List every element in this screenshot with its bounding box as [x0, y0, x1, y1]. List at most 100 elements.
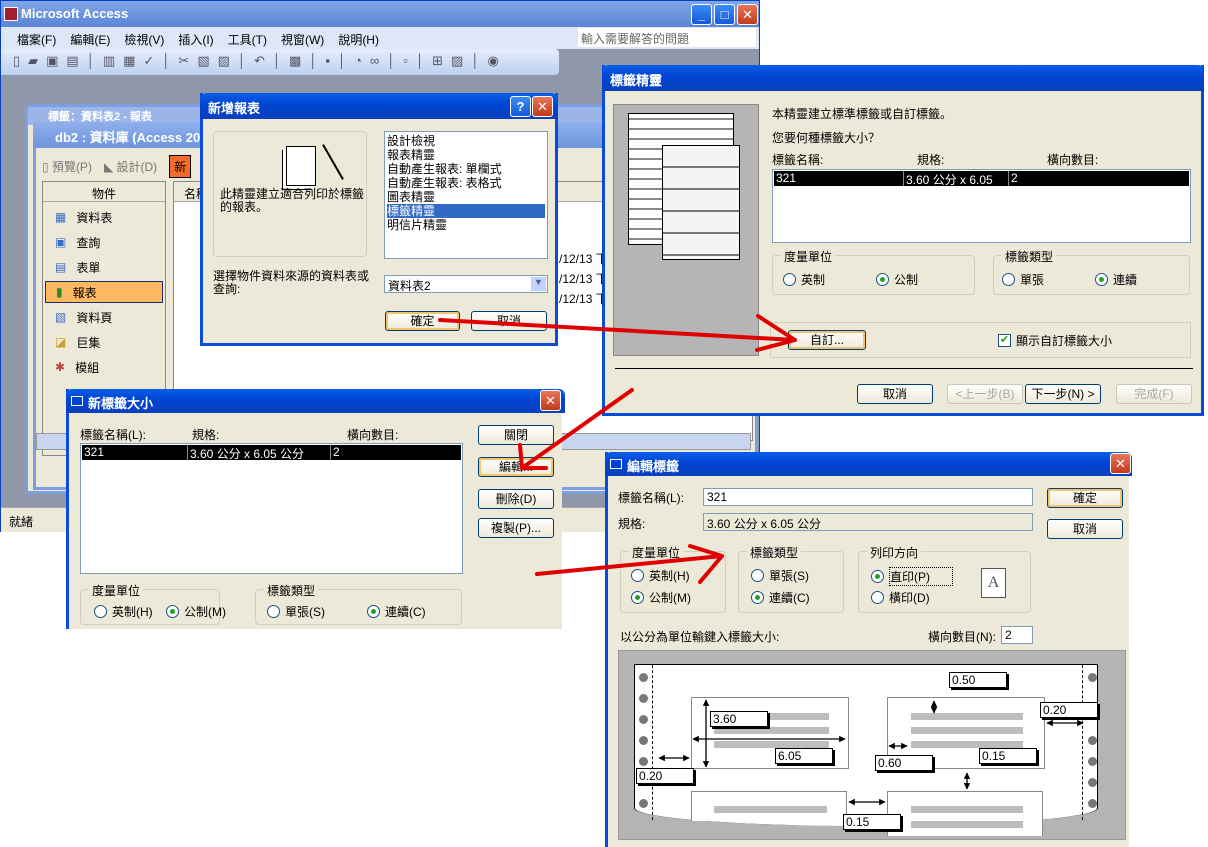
label-layout-diagram: 0.50 3.60 6.05 0.20 0.20 0.60 0.15 0.15: [618, 650, 1126, 840]
table-row[interactable]: 321 3.60 公分 x 6.05 公分 2: [82, 445, 461, 461]
unit-group: 度量單位 英制 公制: [772, 248, 975, 295]
radio-imperial[interactable]: 英制(H): [94, 603, 153, 620]
object-macros[interactable]: ◪ 巨集: [45, 331, 163, 353]
date-cell: /12/13 下: [559, 252, 608, 266]
delete-button[interactable]: 刪除(D): [478, 489, 554, 509]
minimize-button[interactable]: _: [691, 4, 712, 25]
menu-file[interactable]: 檔案(F): [17, 31, 56, 47]
spec-label: 規格:: [618, 517, 646, 531]
preview-button[interactable]: ▯ 預覽(P): [42, 158, 92, 175]
type-group-label: 標籤類型: [747, 544, 802, 561]
edit-button[interactable]: 編輯...: [478, 457, 554, 477]
col-header-across: 橫向數目:: [1047, 153, 1099, 167]
show-custom-checkbox[interactable]: ✔ 顯示自訂標籤大小: [998, 332, 1112, 349]
object-modules[interactable]: ✱ 模組: [45, 356, 163, 378]
label-size-list[interactable]: 321 3.60 公分 x 6.05 公分 2: [80, 443, 463, 574]
source-combo[interactable]: 資料表2 ▼: [384, 275, 548, 293]
col-header-spec: 規格:: [192, 428, 220, 442]
menu-tools[interactable]: 工具(T): [228, 31, 267, 47]
list-item[interactable]: 明信片精靈: [387, 218, 545, 232]
new-label-size-dialog: 新標籤大小 ✕ 標籤名稱(L): 規格: 橫向數目: 321 3.60 公分 x…: [66, 389, 565, 629]
custom-button[interactable]: 自訂...: [788, 330, 866, 350]
label-name-input[interactable]: 321: [703, 488, 1033, 506]
radio-continuous[interactable]: 連續(C): [751, 589, 810, 606]
label-height-value[interactable]: 3.60: [710, 711, 768, 727]
radio-continuous[interactable]: 連續: [1095, 271, 1137, 288]
toolbar-icons[interactable]: ▯▰▣▤│▥▦✓│✂▧▨│↶│▩│▪│◔∞│▫│⊞▨│◉: [13, 53, 507, 68]
radio-imperial[interactable]: 英制: [783, 271, 825, 288]
object-forms[interactable]: ▤ 表單: [45, 256, 163, 278]
col-header-name: 標籤名稱:: [772, 153, 824, 167]
page-orientation-icon: A: [981, 568, 1006, 598]
list-item[interactable]: 圖表精靈: [387, 190, 545, 204]
continuous-labels-icon: [662, 145, 740, 260]
object-queries[interactable]: ▣ 查詢: [45, 231, 163, 253]
number-left-value[interactable]: 0.60: [875, 755, 933, 771]
status-text: 就緒: [9, 515, 34, 529]
radio-portrait[interactable]: 直印(P): [871, 567, 953, 586]
cancel-button[interactable]: 取消: [1047, 519, 1123, 539]
close-button[interactable]: ✕: [1110, 453, 1131, 474]
cancel-button[interactable]: 取消: [471, 311, 547, 331]
column-gap-value[interactable]: 0.15: [843, 814, 901, 830]
list-item[interactable]: 設計檢視: [387, 134, 545, 148]
report-type-list[interactable]: 設計檢視 報表精靈 自動產生報表: 單欄式 自動產生報表: 表格式 圖表精靈 標…: [384, 131, 548, 259]
orientation-group: 列印方向 直印(P) 橫印(D) A: [858, 544, 1031, 613]
label-type-group: 標籤類型 單張 連續: [993, 248, 1190, 295]
across-input[interactable]: 2: [1001, 626, 1033, 644]
left-margin-value[interactable]: 0.20: [636, 768, 694, 784]
close-dialog-button[interactable]: 關閉: [478, 425, 554, 445]
name-label: 標籤名稱(L):: [618, 491, 685, 505]
new-label-size-title-bar: 新標籤大小 ✕: [66, 389, 565, 413]
menu-help[interactable]: 說明(H): [338, 31, 379, 47]
number-right-value[interactable]: 0.15: [979, 748, 1037, 764]
object-tables[interactable]: ▦ 資料表: [45, 206, 163, 228]
list-item-selected[interactable]: 標籤精靈: [387, 204, 545, 218]
toolbar: ▯▰▣▤│▥▦✓│✂▧▨│↶│▩│▪│◔∞│▫│⊞▨│◉: [1, 49, 559, 75]
list-item[interactable]: 報表精靈: [387, 148, 545, 162]
close-button[interactable]: ✕: [532, 96, 553, 117]
cell-spec: 3.60 公分 x 6.05 公分: [904, 171, 1009, 204]
menu-view[interactable]: 檢視(V): [124, 31, 164, 47]
custom-group: 自訂... ✔ 顯示自訂標籤大小: [770, 322, 1191, 358]
ok-button[interactable]: 確定: [1047, 488, 1123, 508]
label-size-list[interactable]: 321 3.60 公分 x 6.05 公分 2: [772, 169, 1191, 243]
cancel-button[interactable]: 取消: [857, 384, 933, 404]
radio-metric[interactable]: 公制(M): [166, 603, 226, 620]
radio-landscape[interactable]: 橫印(D): [871, 589, 930, 606]
chevron-down-icon: ▼: [531, 277, 546, 291]
close-button[interactable]: ✕: [540, 390, 561, 411]
copy-button[interactable]: 複製(P)...: [478, 518, 554, 538]
help-search-input[interactable]: 輸入需要解答的問題: [578, 28, 756, 47]
close-button[interactable]: ✕: [737, 4, 758, 25]
new-button[interactable]: 新: [169, 155, 192, 178]
ok-button[interactable]: 確定: [385, 311, 460, 331]
menu-edit[interactable]: 編輯(E): [70, 31, 110, 47]
menu-insert[interactable]: 插入(I): [178, 31, 213, 47]
object-reports[interactable]: ▮ 報表: [45, 281, 163, 303]
design-button[interactable]: ◣ 設計(D): [104, 158, 157, 175]
col-header-across: 橫向數目:: [347, 428, 399, 442]
top-margin-value[interactable]: 0.50: [949, 672, 1007, 688]
list-item[interactable]: 自動產生報表: 表格式: [387, 176, 545, 190]
radio-continuous[interactable]: 連續(C): [367, 603, 426, 620]
radio-imperial[interactable]: 英制(H): [631, 567, 690, 584]
object-pages[interactable]: ▧ 資料頁: [45, 306, 163, 328]
radio-metric[interactable]: 公制(M): [631, 589, 691, 606]
label-width-value[interactable]: 6.05: [775, 748, 833, 764]
intro-text: 本精靈建立標準標籤或自訂標籤。: [772, 107, 953, 121]
new-report-dialog: 新增報表 ? ✕ 此精靈建立適合列印於標籤的報表。 設計檢視 報表精靈 自動產生…: [200, 93, 558, 346]
menu-window[interactable]: 視窗(W): [281, 31, 324, 47]
cell-name: 321: [774, 171, 904, 186]
help-button[interactable]: ?: [510, 96, 531, 117]
radio-sheet[interactable]: 單張(S): [751, 567, 809, 584]
dialog-icon: [71, 396, 83, 406]
right-margin-value[interactable]: 0.20: [1040, 702, 1098, 718]
radio-sheet[interactable]: 單張(S): [267, 603, 325, 620]
table-row[interactable]: 321 3.60 公分 x 6.05 公分 2: [774, 171, 1189, 204]
list-item[interactable]: 自動產生報表: 單欄式: [387, 162, 545, 176]
next-button[interactable]: 下一步(N) >: [1025, 384, 1101, 404]
radio-metric[interactable]: 公制: [876, 271, 918, 288]
radio-sheet[interactable]: 單張: [1002, 271, 1044, 288]
maximize-button[interactable]: □: [714, 4, 735, 25]
